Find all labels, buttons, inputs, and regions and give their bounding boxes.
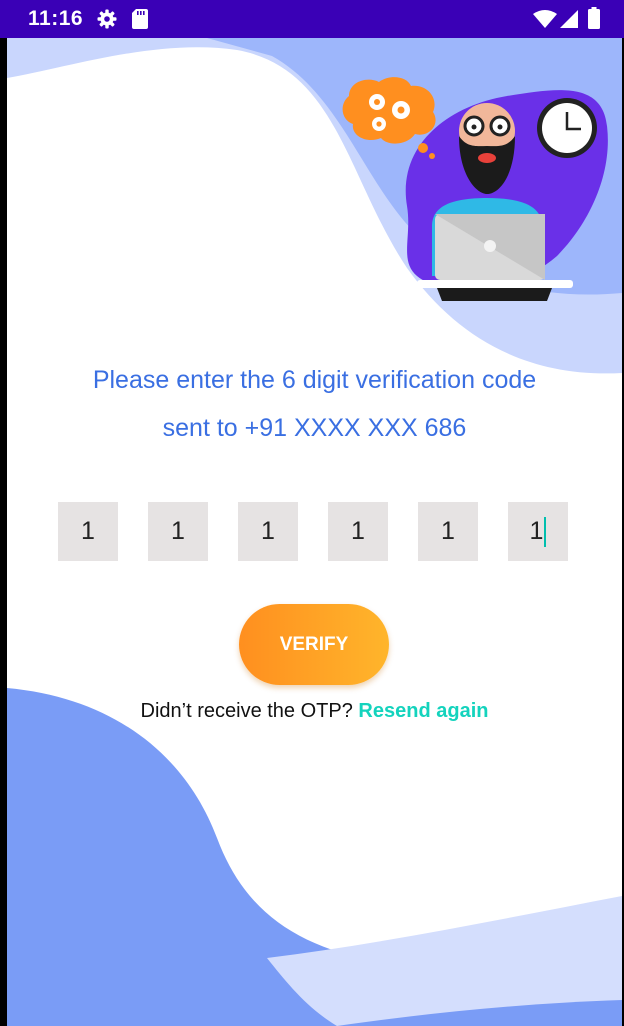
otp-screen: Please enter the 6 digit verification co… (7, 38, 622, 1026)
verify-button[interactable]: VERIFY (239, 604, 389, 685)
clock-icon (537, 98, 597, 158)
sd-card-icon (132, 9, 148, 34)
wifi-icon (533, 10, 557, 33)
otp-digit-5[interactable]: 1 (418, 502, 478, 561)
signal-icon (560, 10, 578, 33)
verification-line-2: sent to +91 XXXX XXX 686 (162, 414, 467, 442)
verification-line-1: Please enter the 6 digit verification co… (92, 366, 537, 394)
developer-illustration (342, 77, 608, 301)
resend-row: Didn’t receive the OTP? Resend again (7, 700, 622, 723)
gears-cloud (342, 77, 436, 159)
battery-icon (588, 7, 600, 34)
text-cursor (544, 516, 547, 547)
otp-digit-1[interactable]: 1 (58, 502, 118, 561)
resend-again-link[interactable]: Resend again (358, 700, 488, 722)
otp-digit-3[interactable]: 1 (238, 502, 298, 561)
otp-digit-6[interactable]: 1 (508, 502, 568, 561)
status-bar: 11:16 (0, 0, 624, 38)
otp-digit-2[interactable]: 1 (148, 502, 208, 561)
verification-message: Please enter the 6 digit verification co… (7, 356, 622, 452)
otp-digit-4[interactable]: 1 (328, 502, 388, 561)
status-time: 11:16 (28, 7, 84, 30)
gear-icon (97, 9, 117, 34)
resend-prompt: Didn’t receive the OTP? (140, 700, 353, 722)
